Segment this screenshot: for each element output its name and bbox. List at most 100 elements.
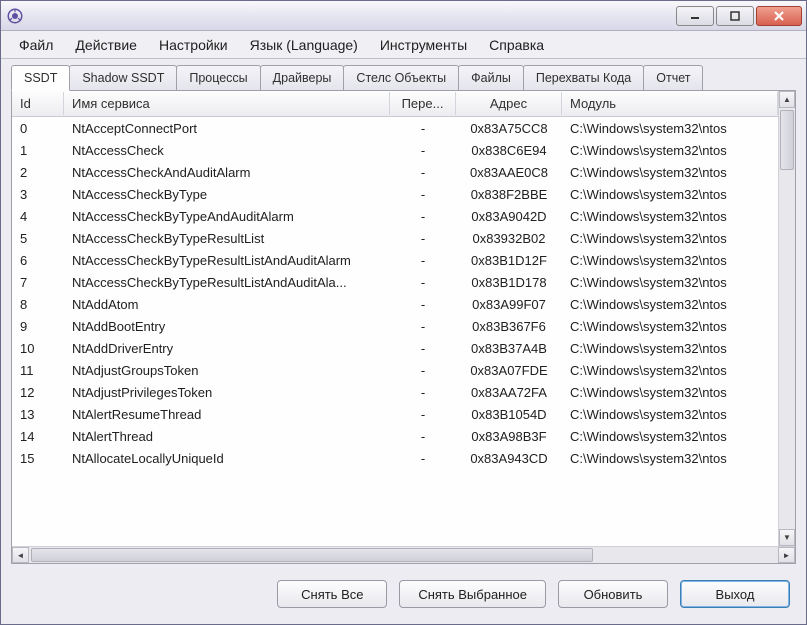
cell-id: 9 <box>12 317 64 336</box>
deselect-selected-button[interactable]: Снять Выбранное <box>399 580 546 608</box>
table-row[interactable]: 8NtAddAtom-0x83A99F07C:\Windows\system32… <box>12 293 778 315</box>
vscroll-track[interactable] <box>779 108 795 529</box>
cell-hooked: - <box>390 229 456 248</box>
cell-service: NtAdjustPrivilegesToken <box>64 383 390 402</box>
scroll-up-icon[interactable]: ▲ <box>779 91 795 108</box>
cell-address: 0x83A943CD <box>456 449 562 468</box>
cell-id: 14 <box>12 427 64 446</box>
tab-report[interactable]: Отчет <box>643 65 703 90</box>
cell-address: 0x83AA72FA <box>456 383 562 402</box>
cell-module: C:\Windows\system32\ntos <box>562 229 778 248</box>
cell-id: 5 <box>12 229 64 248</box>
table-row[interactable]: 9NtAddBootEntry-0x83B367F6C:\Windows\sys… <box>12 315 778 337</box>
table-row[interactable]: 3NtAccessCheckByType-0x838F2BBEC:\Window… <box>12 183 778 205</box>
column-header-address[interactable]: Адрес <box>456 92 562 115</box>
cell-id: 7 <box>12 273 64 292</box>
cell-service: NtAlertResumeThread <box>64 405 390 424</box>
cell-id: 0 <box>12 119 64 138</box>
table-row[interactable]: 15NtAllocateLocallyUniqueId-0x83A943CDC:… <box>12 447 778 469</box>
maximize-button[interactable] <box>716 6 754 26</box>
cell-address: 0x83B37A4B <box>456 339 562 358</box>
vscroll-thumb[interactable] <box>780 110 794 170</box>
table-row[interactable]: 13NtAlertResumeThread-0x83B1054DC:\Windo… <box>12 403 778 425</box>
cell-address: 0x83A99F07 <box>456 295 562 314</box>
cell-hooked: - <box>390 185 456 204</box>
tab-shadow-ssdt[interactable]: Shadow SSDT <box>69 65 177 90</box>
tab-files[interactable]: Файлы <box>458 65 524 90</box>
column-header-hooked[interactable]: Пере... <box>390 92 456 115</box>
hscroll-track[interactable] <box>29 547 778 563</box>
tab-stealth-objects[interactable]: Стелс Объекты <box>343 65 459 90</box>
table-row[interactable]: 0NtAcceptConnectPort-0x83A75CC8C:\Window… <box>12 117 778 139</box>
exit-button[interactable]: Выход <box>680 580 790 608</box>
scroll-down-icon[interactable]: ▼ <box>779 529 795 546</box>
client-area: SSDT Shadow SSDT Процессы Драйверы Стелс… <box>1 59 806 624</box>
cell-module: C:\Windows\system32\ntos <box>562 207 778 226</box>
cell-hooked: - <box>390 251 456 270</box>
cell-service: NtAccessCheckByTypeResultListAndAuditAla… <box>64 273 390 292</box>
close-button[interactable] <box>756 6 802 26</box>
cell-module: C:\Windows\system32\ntos <box>562 185 778 204</box>
cell-module: C:\Windows\system32\ntos <box>562 405 778 424</box>
table-row[interactable]: 1NtAccessCheck-0x838C6E94C:\Windows\syst… <box>12 139 778 161</box>
table-row[interactable]: 4NtAccessCheckByTypeAndAuditAlarm-0x83A9… <box>12 205 778 227</box>
cell-id: 3 <box>12 185 64 204</box>
menu-language[interactable]: Язык (Language) <box>240 33 368 57</box>
cell-module: C:\Windows\system32\ntos <box>562 141 778 160</box>
listview-body[interactable]: 0NtAcceptConnectPort-0x83A75CC8C:\Window… <box>12 117 778 546</box>
table-row[interactable]: 5NtAccessCheckByTypeResultList-0x83932B0… <box>12 227 778 249</box>
scroll-right-icon[interactable]: ► <box>778 547 795 563</box>
menu-bar: Файл Действие Настройки Язык (Language) … <box>1 31 806 59</box>
deselect-all-button[interactable]: Снять Все <box>277 580 387 608</box>
table-row[interactable]: 12NtAdjustPrivilegesToken-0x83AA72FAC:\W… <box>12 381 778 403</box>
tab-ssdt[interactable]: SSDT <box>11 65 70 91</box>
refresh-button[interactable]: Обновить <box>558 580 668 608</box>
cell-service: NtAccessCheckByTypeAndAuditAlarm <box>64 207 390 226</box>
tab-processes[interactable]: Процессы <box>176 65 260 90</box>
cell-service: NtAccessCheckByTypeResultListAndAuditAla… <box>64 251 390 270</box>
table-row[interactable]: 10NtAddDriverEntry-0x83B37A4BC:\Windows\… <box>12 337 778 359</box>
cell-id: 4 <box>12 207 64 226</box>
cell-address: 0x83AAE0C8 <box>456 163 562 182</box>
horizontal-scrollbar[interactable]: ◄ ► <box>12 546 795 563</box>
cell-module: C:\Windows\system32\ntos <box>562 295 778 314</box>
table-row[interactable]: 11NtAdjustGroupsToken-0x83A07FDEC:\Windo… <box>12 359 778 381</box>
menu-action[interactable]: Действие <box>65 33 147 57</box>
column-header-module[interactable]: Модуль <box>562 92 778 115</box>
table-row[interactable]: 2NtAccessCheckAndAuditAlarm-0x83AAE0C8C:… <box>12 161 778 183</box>
listview-header: Id Имя сервиса Пере... Адрес Модуль <box>12 91 778 117</box>
cell-id: 10 <box>12 339 64 358</box>
cell-service: NtAccessCheckAndAuditAlarm <box>64 163 390 182</box>
cell-hooked: - <box>390 427 456 446</box>
main-window: Файл Действие Настройки Язык (Language) … <box>0 0 807 625</box>
cell-hooked: - <box>390 317 456 336</box>
vertical-scrollbar[interactable]: ▲ ▼ <box>778 91 795 546</box>
minimize-button[interactable] <box>676 6 714 26</box>
cell-module: C:\Windows\system32\ntos <box>562 251 778 270</box>
column-header-service[interactable]: Имя сервиса <box>64 92 390 115</box>
cell-hooked: - <box>390 295 456 314</box>
hscroll-thumb[interactable] <box>31 548 593 562</box>
cell-address: 0x83B1D12F <box>456 251 562 270</box>
cell-service: NtAllocateLocallyUniqueId <box>64 449 390 468</box>
cell-hooked: - <box>390 273 456 292</box>
table-row[interactable]: 6NtAccessCheckByTypeResultListAndAuditAl… <box>12 249 778 271</box>
table-row[interactable]: 7NtAccessCheckByTypeResultListAndAuditAl… <box>12 271 778 293</box>
cell-address: 0x83A98B3F <box>456 427 562 446</box>
table-row[interactable]: 14NtAlertThread-0x83A98B3FC:\Windows\sys… <box>12 425 778 447</box>
cell-module: C:\Windows\system32\ntos <box>562 273 778 292</box>
cell-address: 0x83A75CC8 <box>456 119 562 138</box>
menu-tools[interactable]: Инструменты <box>370 33 477 57</box>
cell-service: NtAdjustGroupsToken <box>64 361 390 380</box>
menu-help[interactable]: Справка <box>479 33 554 57</box>
cell-id: 2 <box>12 163 64 182</box>
scroll-left-icon[interactable]: ◄ <box>12 547 29 563</box>
cell-module: C:\Windows\system32\ntos <box>562 163 778 182</box>
cell-hooked: - <box>390 449 456 468</box>
menu-file[interactable]: Файл <box>9 33 63 57</box>
tab-drivers[interactable]: Драйверы <box>260 65 345 90</box>
tab-code-hooks[interactable]: Перехваты Кода <box>523 65 644 90</box>
cell-service: NtAddDriverEntry <box>64 339 390 358</box>
menu-settings[interactable]: Настройки <box>149 33 238 57</box>
column-header-id[interactable]: Id <box>12 92 64 115</box>
